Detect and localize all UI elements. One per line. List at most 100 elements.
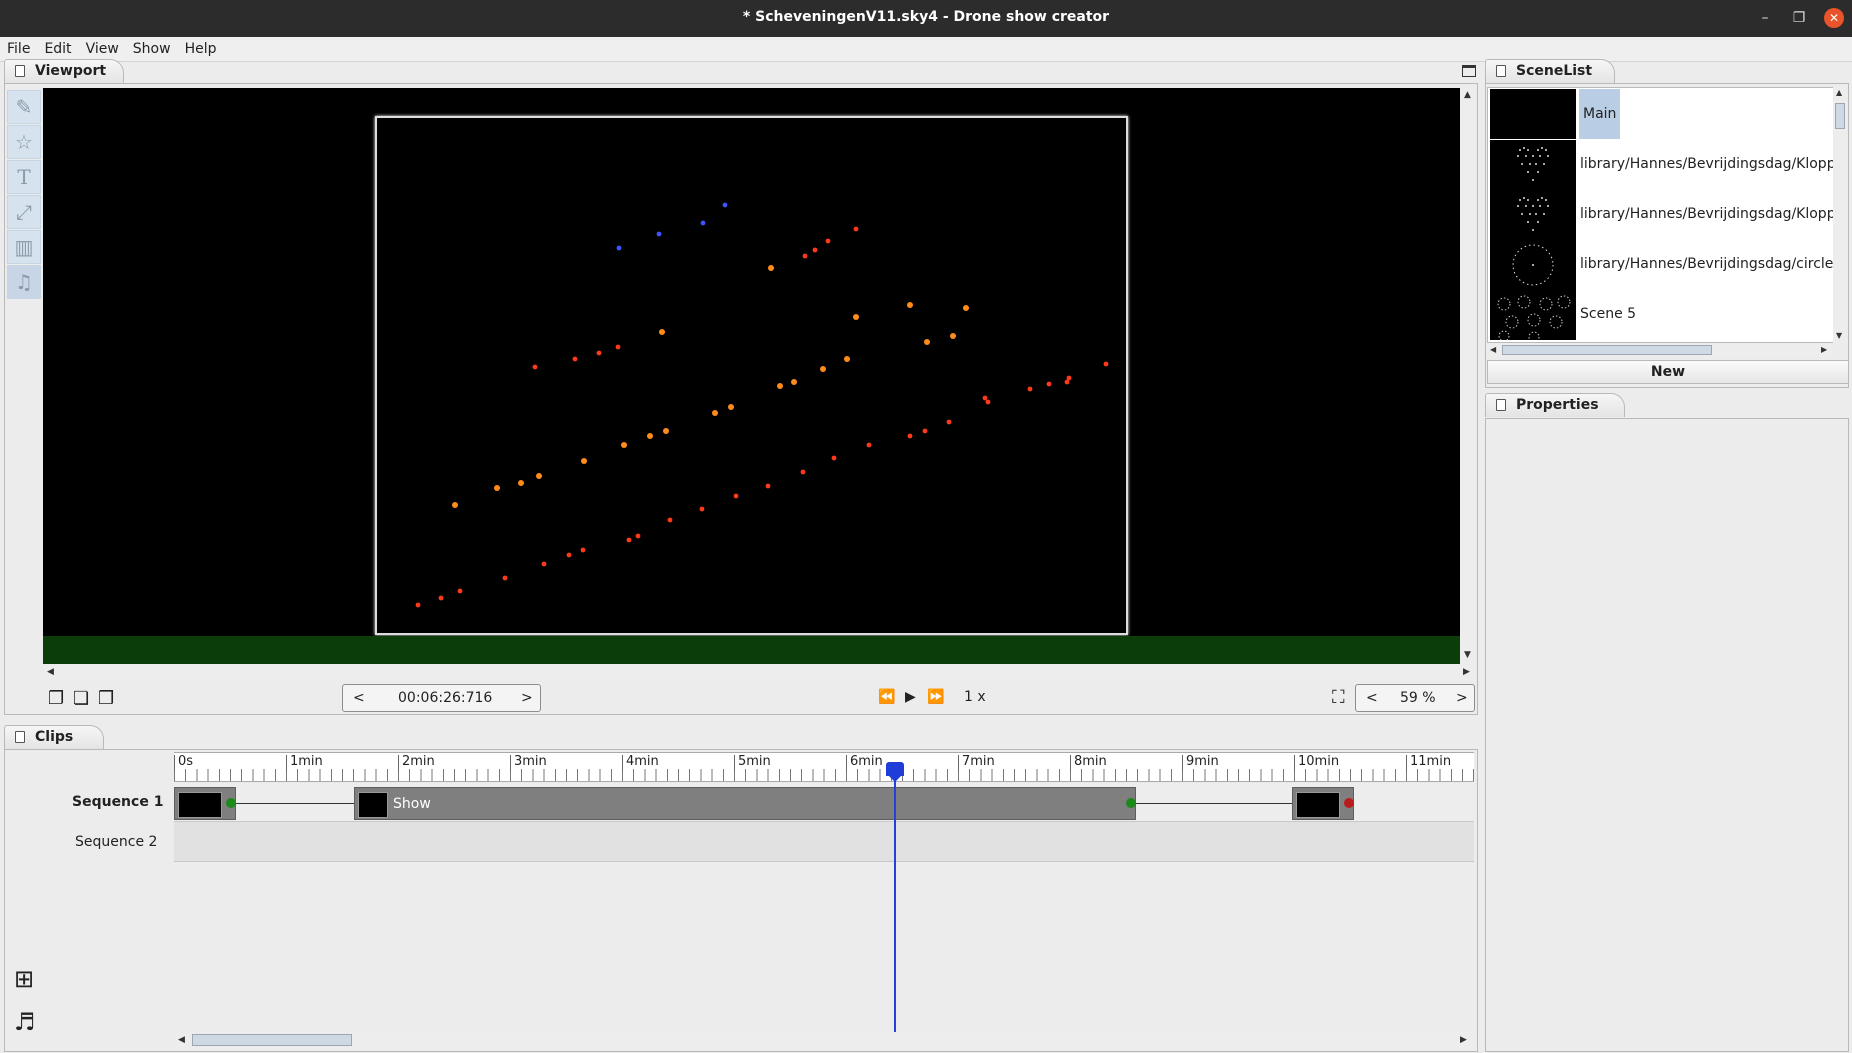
star-icon[interactable]: ☆ (7, 125, 41, 159)
play-icon[interactable]: ▶ (905, 689, 916, 705)
playhead-handle[interactable] (886, 762, 904, 782)
sequence-1-track[interactable]: Show (174, 784, 1474, 822)
drone-point[interactable] (581, 458, 587, 464)
time-next-button[interactable]: > (521, 685, 533, 711)
fit-view-icon[interactable]: ⛶ (1332, 687, 1345, 708)
playback-speed[interactable]: 1 x (964, 689, 986, 705)
drone-point[interactable] (820, 366, 826, 372)
drone-point[interactable] (1064, 379, 1070, 385)
minimize-icon[interactable]: – (1755, 8, 1775, 28)
timeline-ruler[interactable]: 0s 1min 2min 3min 4min 5min 6min 7min 8min 9min 10… (174, 752, 1474, 782)
drone-point[interactable] (733, 493, 739, 499)
scroll-up-icon[interactable]: ▲ (1464, 90, 1471, 100)
scene-item[interactable]: Main (1490, 89, 1832, 139)
scenelist-tab[interactable]: SceneList (1485, 59, 1615, 83)
scene-list[interactable]: Main library/Hannes/Bevrijdingsdag/Klopp… (1487, 87, 1836, 343)
drone-point[interactable] (536, 473, 542, 479)
drone-point[interactable] (1027, 386, 1033, 392)
pencil-icon[interactable]: ✎ (7, 90, 41, 124)
drone-point[interactable] (647, 433, 653, 439)
zoom-stepper[interactable]: < 59 % > (1355, 684, 1475, 712)
drone-point[interactable] (699, 506, 705, 512)
drone-point[interactable] (635, 533, 641, 539)
drone-point[interactable] (572, 356, 578, 362)
drone-point[interactable] (667, 517, 673, 523)
drone-point[interactable] (415, 602, 421, 608)
viewport-tab[interactable]: Viewport (4, 59, 124, 83)
properties-tab[interactable]: Properties (1485, 393, 1625, 417)
scene-item[interactable]: library/Hannes/Bevrijdingsdag/circles pl… (1490, 240, 1835, 290)
drone-point[interactable] (621, 442, 627, 448)
clip-end-marker[interactable] (1126, 798, 1136, 808)
maximize-panel-icon[interactable] (1462, 65, 1476, 77)
drone-point[interactable] (777, 383, 783, 389)
drone-point[interactable] (922, 428, 928, 434)
clips-tab[interactable]: Clips (4, 725, 104, 749)
viewport-canvas[interactable] (43, 88, 1460, 636)
drone-point[interactable] (946, 419, 952, 425)
scroll-down-icon[interactable]: ▼ (1836, 331, 1842, 340)
time-display[interactable]: 00:06:26:716 (398, 685, 492, 711)
fast-forward-icon[interactable]: ⏩ (927, 689, 944, 705)
drone-point[interactable] (566, 552, 572, 558)
drone-point[interactable] (728, 404, 734, 410)
drone-point[interactable] (907, 302, 913, 308)
scroll-right-icon[interactable]: ▶ (1463, 667, 1470, 677)
scroll-right-icon[interactable]: ▶ (1460, 1035, 1467, 1045)
zoom-in-button[interactable]: > (1456, 685, 1468, 711)
drone-point[interactable] (924, 339, 930, 345)
scroll-up-icon[interactable]: ▲ (1836, 88, 1842, 97)
viewport-horizontal-scrollbar[interactable]: ◀ ▶ (43, 664, 1476, 680)
time-prev-button[interactable]: < (353, 685, 365, 711)
drone-point[interactable] (541, 561, 547, 567)
menu-help[interactable]: Help (178, 37, 224, 62)
new-scene-button[interactable]: New (1487, 360, 1849, 384)
drone-point[interactable] (844, 356, 850, 362)
drone-point[interactable] (616, 245, 622, 251)
music-icon[interactable]: ♫ (7, 265, 41, 299)
drone-point[interactable] (502, 575, 508, 581)
drone-point[interactable] (853, 314, 859, 320)
scroll-left-icon[interactable]: ◀ (47, 667, 54, 677)
drone-point[interactable] (596, 350, 602, 356)
scroll-left-icon[interactable]: ◀ (1490, 345, 1496, 354)
drone-point[interactable] (722, 202, 728, 208)
drone-point[interactable] (985, 399, 991, 405)
drone-point[interactable] (963, 305, 969, 311)
track-area[interactable]: Show (174, 782, 1474, 1032)
scene-item[interactable]: library/Hannes/Bevrijdingsdag/Kloppend (1490, 190, 1835, 240)
close-icon[interactable]: ✕ (1824, 8, 1844, 28)
drone-point[interactable] (825, 238, 831, 244)
zoom-out-button[interactable]: < (1366, 685, 1378, 711)
drone-point[interactable] (626, 537, 632, 543)
drone-point[interactable] (532, 364, 538, 370)
path-icon[interactable]: ⤢ (7, 195, 41, 229)
menu-show[interactable]: Show (126, 37, 178, 62)
show-clip[interactable]: Show (354, 787, 1136, 820)
drone-point[interactable] (791, 379, 797, 385)
drone-point[interactable] (518, 480, 524, 486)
scenelist-vertical-scrollbar[interactable]: ▲ ▼ (1833, 87, 1847, 343)
drone-point[interactable] (982, 395, 988, 401)
layer-front-icon[interactable]: ❐ (48, 688, 64, 709)
drone-point[interactable] (659, 329, 665, 335)
drone-point[interactable] (1103, 361, 1109, 367)
drone-point[interactable] (494, 485, 500, 491)
scroll-right-icon[interactable]: ▶ (1821, 345, 1827, 354)
drone-point[interactable] (800, 469, 806, 475)
drone-point[interactable] (768, 265, 774, 271)
sequence-end-marker[interactable] (1344, 798, 1354, 808)
drone-point[interactable] (802, 253, 808, 259)
drone-point[interactable] (853, 226, 859, 232)
layer-middle-icon[interactable]: ❏ (73, 688, 89, 709)
drone-point[interactable] (438, 595, 444, 601)
sequence-2-track[interactable] (174, 822, 1474, 862)
drone-point[interactable] (907, 433, 913, 439)
drone-point[interactable] (452, 502, 458, 508)
drone-point[interactable] (712, 410, 718, 416)
viewport-vertical-scrollbar[interactable]: ▲ ▼ (1460, 88, 1476, 664)
layer-back-icon[interactable]: ❒ (98, 688, 114, 709)
scrollbar-thumb[interactable] (192, 1034, 352, 1046)
add-audio-track-icon[interactable]: ♬ (14, 1008, 36, 1036)
drone-point[interactable] (831, 455, 837, 461)
